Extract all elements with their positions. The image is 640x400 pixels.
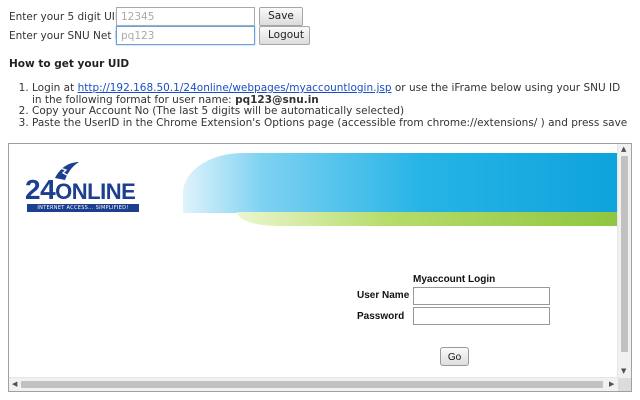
- login-iframe[interactable]: 24ONLINE INTERNET ACCESS... SIMPLIFIED! …: [8, 143, 632, 392]
- save-button[interactable]: Save: [259, 7, 303, 26]
- vertical-scroll-thumb[interactable]: [621, 156, 628, 352]
- 24online-logo: 24ONLINE INTERNET ACCESS... SIMPLIFIED!: [25, 160, 145, 220]
- logo-wordmark: 24ONLINE: [25, 174, 136, 205]
- username-format: pq123@snu.in: [235, 93, 319, 106]
- netid-input[interactable]: [116, 26, 255, 45]
- scroll-right-arrow-icon[interactable]: ▶: [609, 381, 614, 388]
- horizontal-scroll-thumb[interactable]: [21, 381, 603, 388]
- netid-label: Enter your SNU Net ID:: [9, 29, 130, 42]
- password-field[interactable]: [413, 307, 550, 325]
- instruction-step-1: Login at http://192.168.50.1/24online/we…: [32, 82, 632, 106]
- instruction-step-3: Paste the UserID in the Chrome Extension…: [32, 117, 632, 130]
- password-label: Password: [357, 311, 405, 322]
- username-field[interactable]: [413, 287, 550, 305]
- banner-blue-stripe: [183, 153, 619, 213]
- logout-button[interactable]: Logout: [259, 26, 310, 45]
- username-label: User Name: [357, 290, 410, 301]
- instruction-step-2: Copy your Account No (The last 5 digits …: [32, 105, 632, 118]
- uid-input[interactable]: [116, 7, 255, 26]
- login-page-link[interactable]: http://192.168.50.1/24online/webpages/my…: [78, 82, 392, 94]
- scrollbar-corner: [618, 378, 631, 391]
- go-button[interactable]: Go: [440, 347, 469, 366]
- scroll-down-arrow-icon[interactable]: ▼: [621, 368, 626, 375]
- horizontal-scrollbar[interactable]: ◀ ▶: [9, 377, 619, 391]
- vertical-scrollbar[interactable]: ▲ ▼: [617, 144, 631, 378]
- uid-label: Enter your 5 digit UID:: [9, 10, 127, 23]
- scroll-left-arrow-icon[interactable]: ◀: [12, 381, 17, 388]
- uid-row: Enter your 5 digit UID: Save: [9, 7, 303, 26]
- banner-green-stripe: [237, 212, 619, 226]
- login-title: Myaccount Login: [413, 274, 496, 285]
- instructions-heading: How to get your UID: [9, 58, 130, 70]
- netid-row: Enter your SNU Net ID: Logout: [9, 26, 310, 45]
- instructions-list: Login at http://192.168.50.1/24online/we…: [10, 82, 632, 130]
- logo-tagline: INTERNET ACCESS... SIMPLIFIED!: [27, 204, 139, 212]
- scroll-up-arrow-icon[interactable]: ▲: [621, 146, 626, 153]
